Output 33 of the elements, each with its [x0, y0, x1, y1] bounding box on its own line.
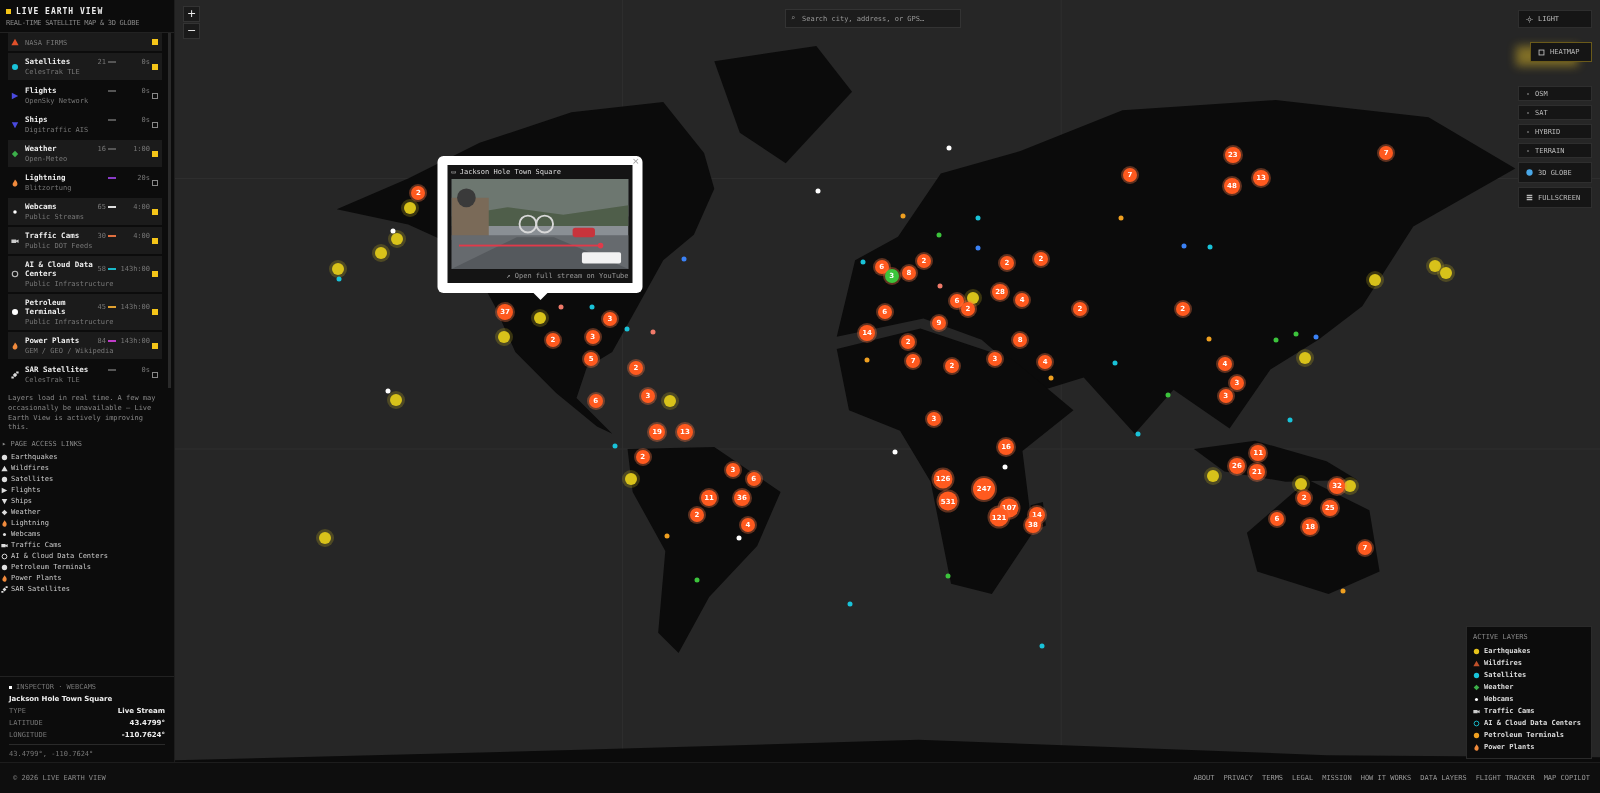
layer-checkbox[interactable]	[152, 150, 158, 157]
layer-checkbox[interactable]	[152, 237, 158, 244]
flame-icon	[11, 178, 19, 187]
flame-icon	[11, 341, 19, 350]
diamond-icon	[11, 149, 19, 158]
triangle-icon	[11, 120, 19, 129]
layer-checkbox[interactable]	[152, 342, 158, 349]
flame-icon	[1, 519, 8, 527]
triangle-icon	[11, 38, 19, 46]
layer-checkbox[interactable]	[152, 63, 158, 70]
dot-icon	[11, 207, 19, 216]
circle-icon	[1, 453, 8, 461]
logo-icon	[6, 9, 11, 14]
triangle-icon	[11, 91, 19, 100]
camera-icon	[1, 541, 8, 549]
triangle-icon	[1, 464, 8, 472]
layer-checkbox[interactable]	[152, 179, 158, 186]
layer-checkbox[interactable]	[152, 121, 158, 128]
app-title: LIVE EARTH VIEW	[16, 7, 104, 16]
circle-icon	[11, 308, 19, 316]
layer-checkbox[interactable]	[152, 208, 158, 215]
camera-icon	[11, 236, 19, 245]
layer-checkbox[interactable]	[152, 371, 158, 378]
layer-checkbox[interactable]	[152, 39, 158, 45]
satellite-icon	[11, 370, 19, 379]
circle-icon	[1, 563, 8, 571]
diamond-icon	[1, 508, 8, 516]
flame-icon	[1, 574, 8, 582]
satellite-icon	[1, 585, 8, 593]
layer-checkbox[interactable]	[152, 92, 158, 99]
layer-checkbox[interactable]	[152, 271, 158, 277]
layer-checkbox[interactable]	[152, 309, 158, 315]
dot-icon	[1, 530, 8, 538]
